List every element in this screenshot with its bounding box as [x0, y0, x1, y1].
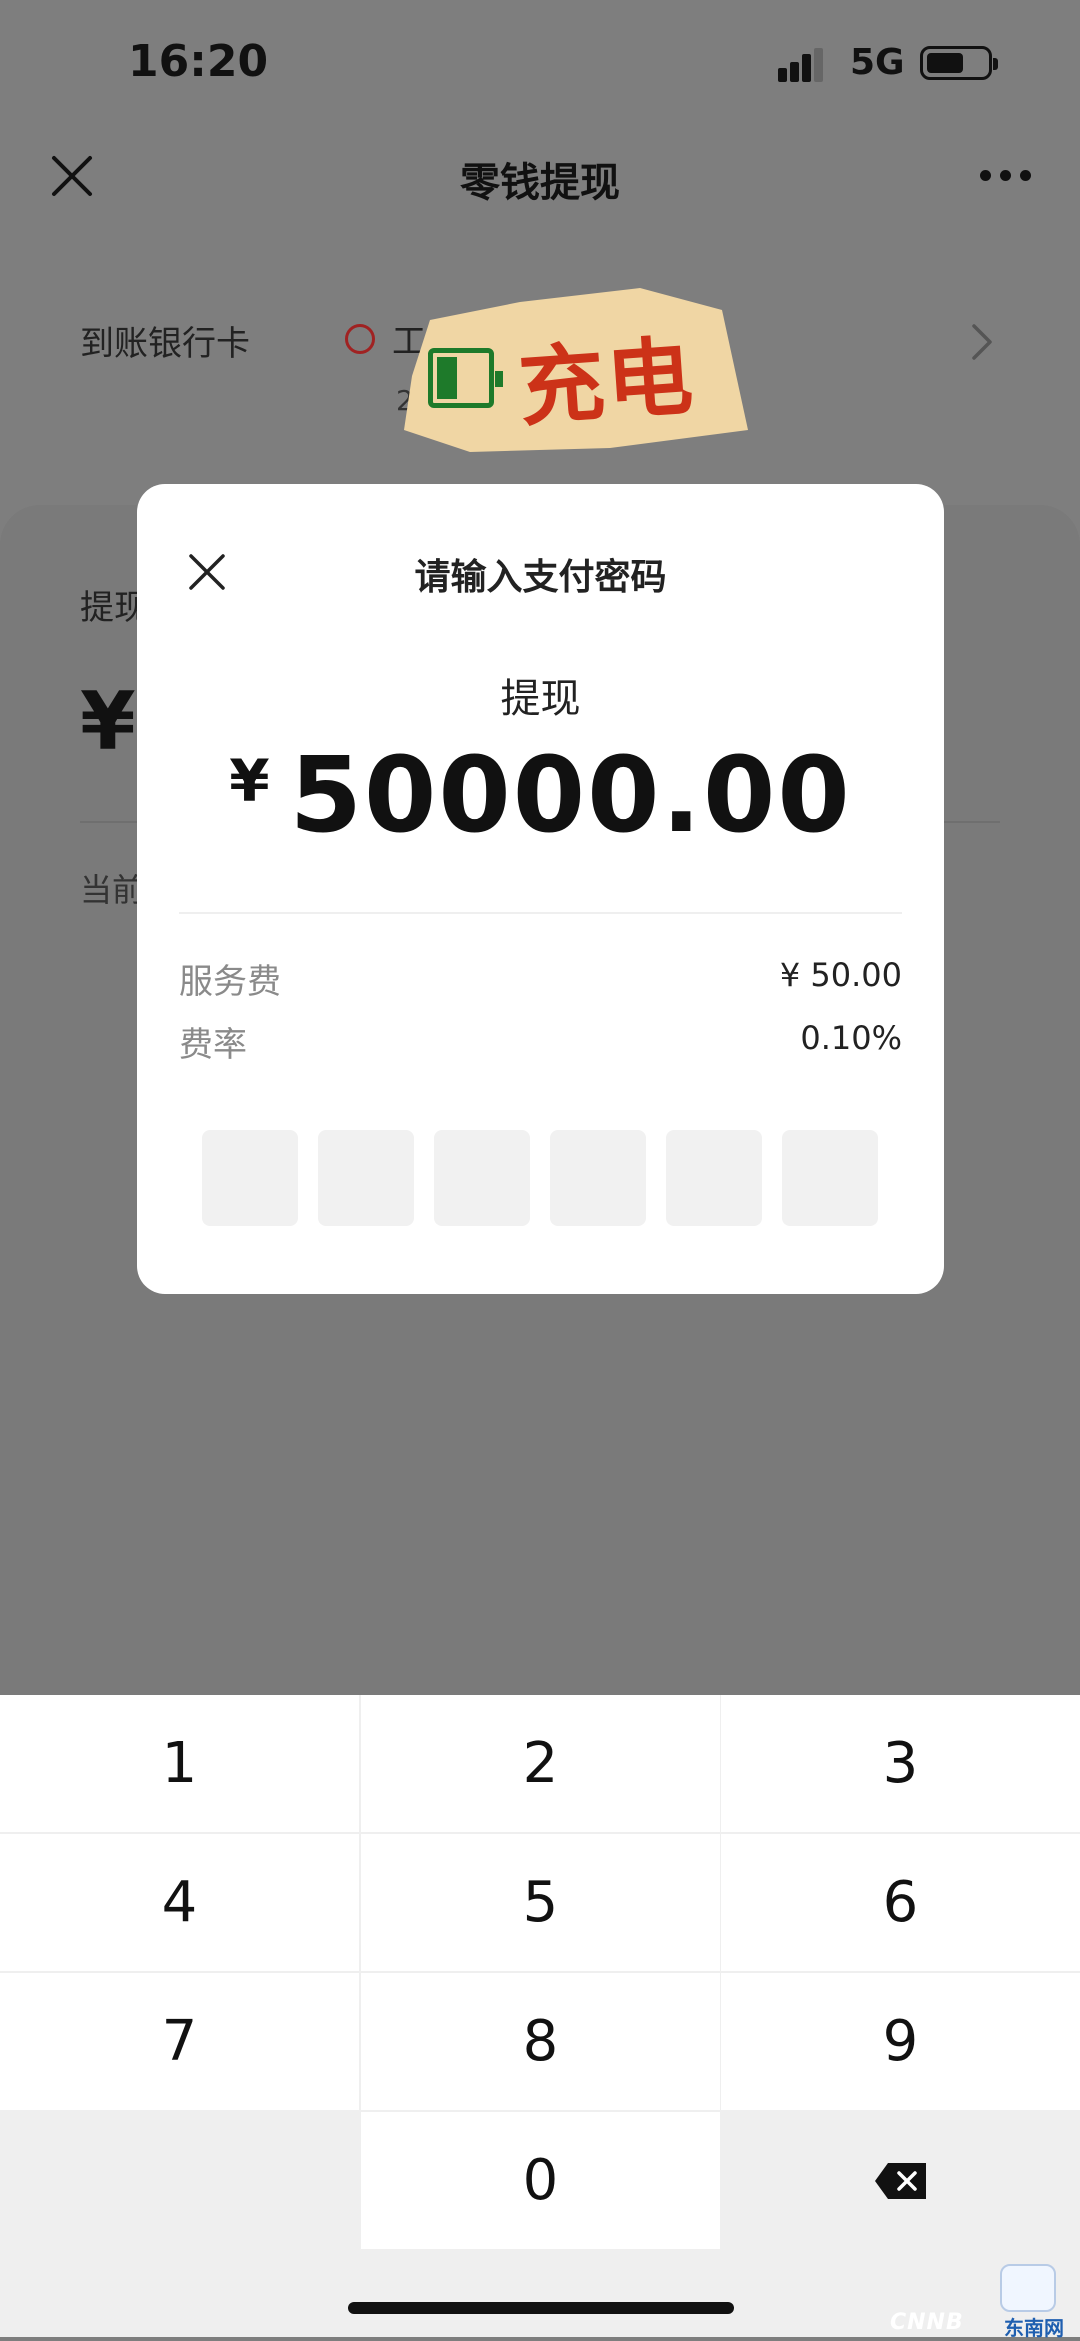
dialog-subtitle: 提现 [500, 676, 581, 722]
key-8[interactable]: 8 [361, 1973, 720, 2110]
fee-label: 服务费 [179, 962, 281, 1002]
pin-digit-box[interactable] [202, 1130, 298, 1226]
watermark-text: CNNB [890, 2310, 964, 2335]
signal-bars-icon [778, 42, 834, 82]
key-1[interactable]: 1 [0, 1695, 359, 1832]
battery-charging-icon [428, 348, 503, 408]
pin-digit-box[interactable] [666, 1130, 762, 1226]
home-indicator[interactable] [348, 2302, 734, 2314]
numeric-keypad: 1 2 3 4 5 6 7 8 9 0 [0, 1695, 1080, 2337]
more-dots-icon[interactable] [980, 170, 1040, 184]
pin-digit-box[interactable] [550, 1130, 646, 1226]
bank-logo-icon [345, 324, 375, 354]
pin-digit-box[interactable] [434, 1130, 530, 1226]
fee-row: 服务费 ¥ 50.00 [179, 954, 902, 1004]
watermark: CNNB 东南网 [880, 2262, 1080, 2340]
key-9[interactable]: 9 [721, 1973, 1080, 2110]
network-type: 5G [850, 42, 905, 83]
key-7[interactable]: 7 [0, 1973, 359, 2110]
balance-text: 当前 [80, 871, 145, 909]
amount-value: 50000.00 [289, 734, 852, 856]
site-logo-icon [1000, 2264, 1056, 2312]
rate-value: 0.10% [800, 1019, 902, 1057]
payment-password-dialog: 请输入支付密码 提现 ¥50000.00 服务费 ¥ 50.00 费率 0.10… [137, 484, 944, 1294]
page-title: 零钱提现 [460, 160, 620, 206]
sticker-text: 充电 [515, 325, 698, 439]
nav-bar: 零钱提现 [0, 130, 1080, 220]
fee-value: ¥ 50.00 [779, 956, 902, 994]
bank-card-label: 到账银行卡 [80, 324, 250, 364]
backspace-icon [874, 2162, 926, 2199]
key-blank [0, 2112, 359, 2249]
currency-symbol: ¥ [229, 747, 270, 815]
key-4[interactable]: 4 [0, 1834, 359, 1971]
key-5[interactable]: 5 [361, 1834, 720, 1971]
pin-digit-box[interactable] [782, 1130, 878, 1226]
rate-label: 费率 [179, 1025, 247, 1065]
pin-digit-box[interactable] [318, 1130, 414, 1226]
pin-input[interactable] [202, 1130, 882, 1226]
key-0[interactable]: 0 [361, 2112, 720, 2249]
status-bar: 16:20 5G [0, 0, 1080, 130]
withdraw-amount: ¥50000.00 [137, 734, 944, 856]
chevron-right-icon [972, 324, 992, 360]
rate-row: 费率 0.10% [179, 1017, 902, 1067]
divider [179, 912, 902, 914]
key-2[interactable]: 2 [361, 1695, 720, 1832]
key-6[interactable]: 6 [721, 1834, 1080, 1971]
key-3[interactable]: 3 [721, 1695, 1080, 1832]
amount-currency: ¥ [80, 675, 136, 768]
dialog-title: 请输入支付密码 [414, 557, 667, 598]
delete-key[interactable] [721, 2112, 1080, 2249]
charging-sticker: 充电 [400, 280, 750, 455]
status-time: 16:20 [128, 36, 269, 87]
battery-icon [920, 46, 998, 80]
